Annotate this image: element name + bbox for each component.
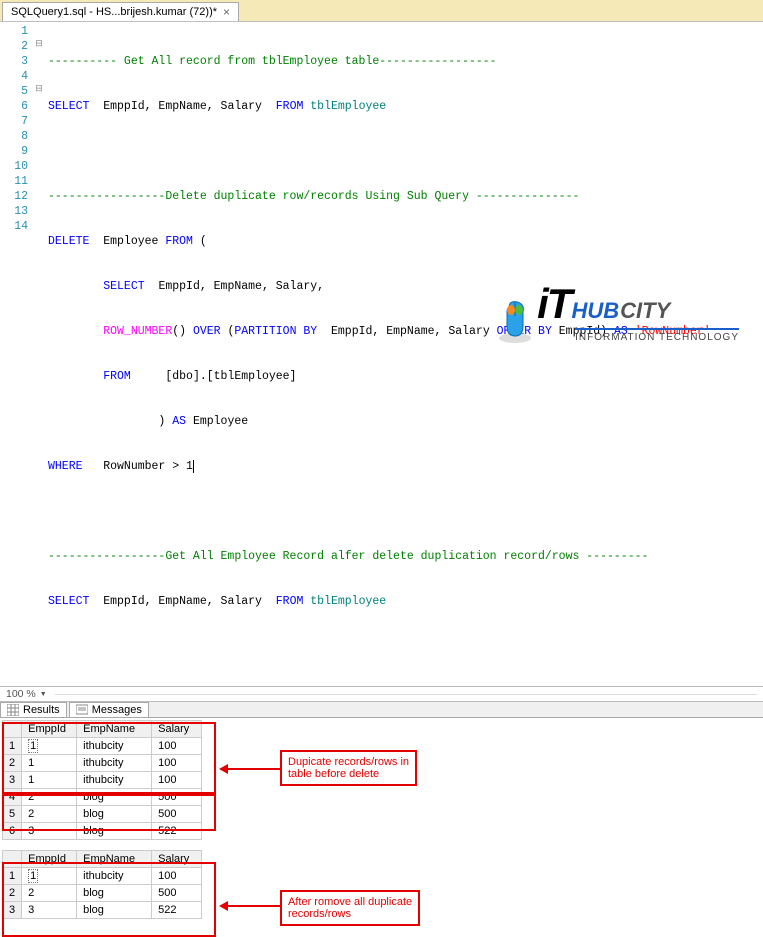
tab-results-label: Results — [23, 704, 60, 716]
arrow-line-2 — [228, 905, 280, 907]
arrow-head-2 — [219, 901, 228, 911]
zoom-bar[interactable]: 100 % ▼ — [0, 687, 763, 702]
zoom-value: 100 % — [6, 688, 36, 700]
tab-results[interactable]: Results — [0, 702, 67, 717]
grid-icon — [7, 704, 19, 716]
arrow-line-1 — [228, 768, 280, 770]
chevron-down-icon[interactable]: ▼ — [40, 691, 47, 698]
message-icon — [76, 704, 88, 716]
file-tab[interactable]: SQLQuery1.sql - HS...brijesh.kumar (72))… — [2, 2, 239, 21]
close-icon[interactable]: × — [223, 5, 230, 19]
logo-it: iT — [537, 280, 570, 328]
line-gutter: 1234567891011121314 — [0, 22, 34, 686]
mouse-icon — [495, 298, 535, 346]
code-area[interactable]: ---------- Get All record from tblEmploy… — [44, 22, 763, 686]
callout-dup: Dupicate records/rows in table before de… — [280, 750, 417, 786]
highlight-after — [2, 862, 216, 937]
logo-sub: INFORMATION TECHNOLOGY — [575, 328, 739, 343]
logo-city: CITY — [620, 298, 670, 324]
fold-column: ⊟⊟ — [34, 22, 44, 686]
tab-messages[interactable]: Messages — [69, 702, 149, 717]
highlight-dup-2 — [2, 794, 216, 831]
tab-messages-label: Messages — [92, 704, 142, 716]
editor-tab-bar: SQLQuery1.sql - HS...brijesh.kumar (72))… — [0, 0, 763, 22]
arrow-head-1 — [219, 764, 228, 774]
logo-hub: HUB — [571, 298, 619, 324]
callout-after: After romove all duplicate records/rows — [280, 890, 420, 926]
highlight-dup-1 — [2, 722, 216, 794]
results-tab-bar: Results Messages — [0, 702, 763, 718]
file-tab-title: SQLQuery1.sql - HS...brijesh.kumar (72))… — [11, 6, 217, 18]
logo: iT HUB CITY INFORMATION TECHNOLOGY — [537, 280, 739, 343]
sql-editor[interactable]: 1234567891011121314 ⊟⊟ ---------- Get Al… — [0, 22, 763, 687]
results-panel: EmppIdEmpNameSalary 11ithubcity10021ithu… — [0, 720, 763, 919]
